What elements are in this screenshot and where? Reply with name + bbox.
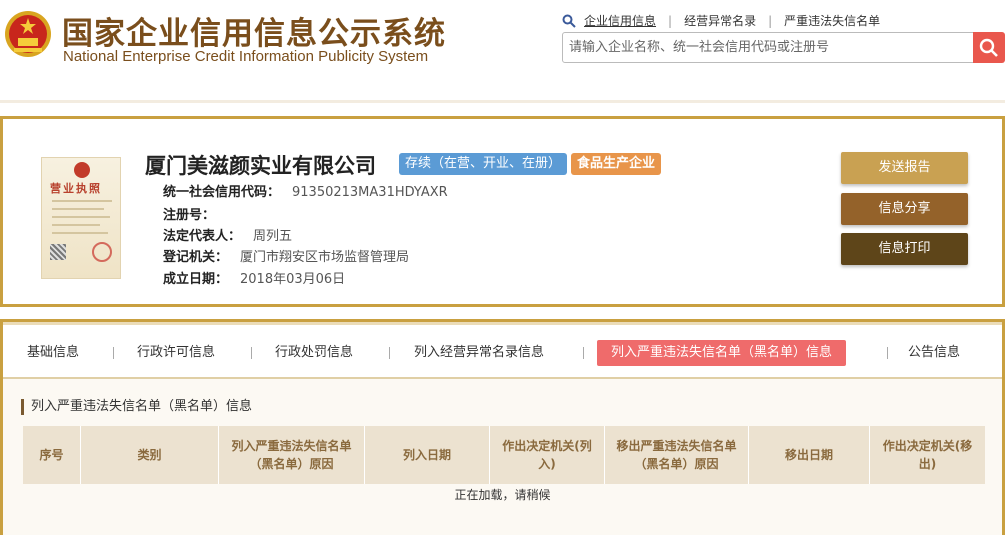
business-license-image: 营业执照 — [41, 157, 121, 279]
food-producer-badge: 食品生产企业 — [571, 153, 662, 175]
stamp-icon — [92, 242, 112, 262]
tab-abnormal-list[interactable]: 列入经营异常名录信息 — [414, 340, 544, 366]
link-enterprise-credit[interactable]: 企业信用信息 — [584, 12, 656, 29]
send-report-button[interactable]: 发送报告 — [841, 152, 968, 184]
tab-announcements[interactable]: 公告信息 — [908, 340, 960, 366]
site-header: 国家企业信用信息公示系统 National Enterprise Credit … — [0, 0, 1005, 100]
search-icon — [979, 38, 998, 57]
link-separator: | — [768, 13, 773, 28]
link-blacklist[interactable]: 严重违法失信名单 — [784, 12, 880, 29]
status-badge: 存续（在营、开业、在册） — [399, 153, 568, 175]
print-info-button[interactable]: 信息打印 — [841, 233, 968, 265]
tab-basic-info[interactable]: 基础信息 — [27, 340, 79, 366]
info-registration-number: 注册号： — [163, 208, 216, 223]
link-separator: | — [668, 13, 673, 28]
top-links: 企业信用信息 | 经营异常名录 | 严重违法失信名单 — [562, 12, 880, 29]
column-header: 移出严重违法失信名单（黑名单）原因 — [605, 426, 749, 484]
site-subtitle: National Enterprise Credit Information P… — [63, 48, 429, 65]
info-establishment-date: 成立日期： 2018年03月06日 — [163, 272, 346, 287]
license-emblem-icon — [74, 162, 90, 178]
column-header: 类别 — [81, 426, 219, 484]
tab-separator — [113, 347, 114, 359]
company-panel: 营业执照 厦门美滋颜实业有限公司 存续（在营、开业、在册） 食品生产企业 统一社… — [0, 116, 1005, 307]
column-header: 移出日期 — [749, 426, 870, 484]
license-title: 营业执照 — [50, 182, 102, 195]
company-name: 厦门美滋颜实业有限公司 — [145, 154, 376, 178]
column-header: 作出决定机关(移出) — [882, 439, 973, 471]
detail-panel: 基础信息 行政许可信息 行政处罚信息 列入经营异常名录信息 列入严重违法失信名单… — [0, 319, 1005, 535]
qr-code-icon — [50, 244, 66, 260]
info-credit-code: 统一社会信用代码： 91350213MA31HDYAXR — [163, 185, 448, 200]
search-button[interactable] — [973, 32, 1005, 63]
tab-admin-license[interactable]: 行政许可信息 — [137, 340, 215, 366]
search-input[interactable]: 请输入企业名称、统一社会信用代码或注册号 — [562, 32, 974, 63]
tab-separator — [583, 347, 584, 359]
tab-separator — [389, 347, 390, 359]
tab-admin-penalty[interactable]: 行政处罚信息 — [275, 340, 353, 366]
header-divider — [0, 100, 1005, 103]
share-info-button[interactable]: 信息分享 — [841, 193, 968, 225]
tab-separator — [887, 347, 888, 359]
tab-blacklist[interactable]: 列入严重违法失信名单（黑名单）信息 — [597, 340, 847, 366]
column-header: 序号 — [23, 426, 81, 484]
national-emblem-icon — [5, 11, 51, 57]
tab-separator — [251, 347, 252, 359]
section-title: 列入严重违法失信名单（黑名单）信息 — [21, 399, 252, 415]
column-header: 作出决定机关(列入) — [490, 426, 605, 484]
loading-message: 正在加载，请稍候 — [454, 488, 551, 502]
info-registration-authority: 登记机关： 厦门市翔安区市场监督管理局 — [163, 250, 410, 265]
column-header: 列入严重违法失信名单（黑名单）原因 — [219, 426, 365, 484]
column-header: 列入日期 — [365, 426, 490, 484]
site-title: 国家企业信用信息公示系统 — [62, 16, 446, 52]
link-abnormal-list[interactable]: 经营异常名录 — [684, 12, 756, 29]
search-icon — [562, 14, 576, 28]
table-header: 序号 类别 列入严重违法失信名单（黑名单）原因 列入日期 作出决定机关(列入) … — [23, 426, 985, 484]
tab-bar: 基础信息 行政许可信息 行政处罚信息 列入经营异常名录信息 列入严重违法失信名单… — [3, 322, 1002, 377]
info-legal-representative: 法定代表人： 周列五 — [163, 229, 293, 244]
tab-divider — [3, 377, 1002, 379]
